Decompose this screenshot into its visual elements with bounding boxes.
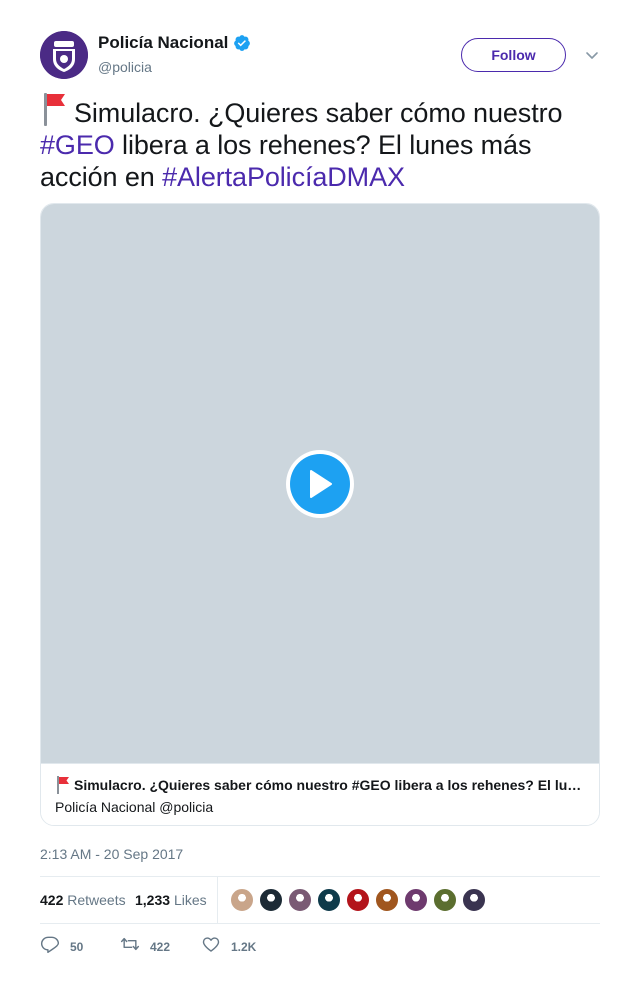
tweet-text-part1: Simulacro. ¿Quieres saber cómo nuestro: [74, 98, 563, 128]
liker-avatar[interactable]: [317, 888, 341, 912]
like-button[interactable]: 1.2K: [201, 934, 256, 959]
liker-avatar[interactable]: [433, 888, 457, 912]
tweet-header: Policía Nacional @policia Follow: [40, 31, 600, 81]
play-icon: [290, 454, 350, 514]
verified-badge-icon: [233, 34, 251, 52]
likes-label: Likes: [173, 892, 207, 908]
tweet-timestamp[interactable]: 2:13 AM - 20 Sep 2017: [40, 846, 183, 862]
video-card[interactable]: Simulacro. ¿Quieres saber cómo nuestro #…: [40, 203, 600, 826]
retweet-count: 422: [150, 939, 171, 954]
follow-button[interactable]: Follow: [461, 38, 566, 72]
likes-count: 1,233: [135, 892, 171, 908]
reply-count: 50: [70, 939, 84, 954]
tweet-text: Simulacro. ¿Quieres saber cómo nuestro #…: [40, 92, 600, 193]
card-subtitle: Policía Nacional @policia: [55, 799, 214, 815]
retweet-icon: [120, 934, 140, 959]
hashtag-geo-link[interactable]: #GEO: [40, 130, 115, 160]
account-name[interactable]: Policía Nacional: [98, 33, 228, 53]
hashtag-alertapolicia-link[interactable]: #AlertaPolicíaDMAX: [162, 162, 405, 192]
likes-stat[interactable]: 1,233 Likes: [135, 892, 207, 908]
card-footer[interactable]: Simulacro. ¿Quieres saber cómo nuestro #…: [41, 763, 599, 825]
liker-avatar[interactable]: [375, 888, 399, 912]
retweet-button[interactable]: 422: [120, 934, 170, 959]
account-avatar[interactable]: [40, 31, 88, 79]
card-title-text: Simulacro. ¿Quieres saber cómo nuestro #…: [74, 777, 585, 793]
retweets-label: Retweets: [67, 892, 126, 908]
liker-avatar[interactable]: [259, 888, 283, 912]
red-flag-icon: [55, 776, 71, 794]
reply-button[interactable]: 50: [40, 934, 83, 959]
red-flag-icon: [40, 92, 70, 126]
account-handle[interactable]: @policia: [98, 59, 152, 75]
stats-divider: [217, 877, 218, 923]
reply-icon: [40, 934, 60, 959]
tweet-stats: 422 Retweets 1,233 Likes: [40, 876, 600, 924]
name-row: Policía Nacional: [98, 33, 251, 53]
card-title: Simulacro. ¿Quieres saber cómo nuestro #…: [55, 776, 585, 794]
heart-icon: [201, 934, 221, 959]
play-button[interactable]: [286, 450, 354, 518]
liker-avatar[interactable]: [288, 888, 312, 912]
liker-avatar[interactable]: [346, 888, 370, 912]
liker-avatar[interactable]: [230, 888, 254, 912]
retweets-count: 422: [40, 892, 64, 908]
like-count: 1.2K: [231, 939, 257, 954]
liker-avatar[interactable]: [462, 888, 486, 912]
liker-avatars: [230, 888, 491, 912]
tweet-actions: 50 422 1.2K: [40, 934, 600, 958]
video-player[interactable]: [41, 204, 599, 763]
liker-avatar[interactable]: [404, 888, 428, 912]
retweets-stat[interactable]: 422 Retweets: [40, 892, 126, 908]
chevron-down-icon[interactable]: [584, 47, 600, 63]
